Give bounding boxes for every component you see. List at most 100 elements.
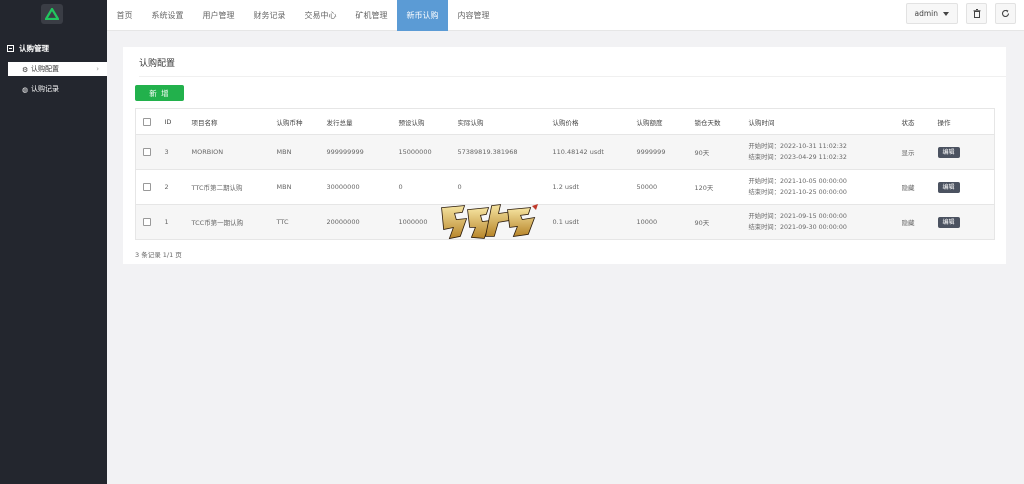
gear-icon: ⚙ [22,66,29,74]
cell-price: 0.1 usdt [547,204,632,240]
cell-limit: 9999999 [631,134,690,170]
col-action: 操作 [932,108,995,135]
sidebar-item-subscription-config[interactable]: ⚙ 认购配置 › [8,62,107,76]
nav-user-management[interactable]: 用户管理 [193,0,244,31]
cell-status: 隐藏 [896,204,933,240]
row-select-cell [135,134,160,170]
nav-home[interactable]: 首页 [107,0,142,31]
sidebar-item-label: 认购记录 [31,85,59,93]
end-time: 结束时间：2021-09-30 00:00:00 [748,224,847,231]
col-status: 状态 [896,108,933,135]
col-time: 认购时间 [743,108,897,135]
cell-coin: TTC [271,204,322,240]
cell-status: 隐藏 [896,169,933,205]
select-all-checkbox[interactable] [143,117,151,126]
row-select-cell [135,169,160,205]
cell-coin: MBN [271,134,322,170]
cell-action: 编辑 [932,204,995,240]
col-limit: 认购额度 [631,108,690,135]
cell-time: 开始时间：2021-10-05 00:00:00 结束时间：2021-10-25… [743,169,897,205]
logo[interactable] [41,4,63,24]
nav-content-management[interactable]: 内容管理 [448,0,499,31]
cell-project-name: MORBION [186,134,272,170]
watermark-logo [441,204,538,240]
top-nav: 首页 系统设置 用户管理 财务记录 交易中心 矿机管理 新币认购 内容管理 [107,0,499,31]
add-button[interactable]: 新 增 [135,85,184,101]
cell-limit: 10000 [631,204,690,240]
cell-lock-days: 120天 [689,169,744,205]
user-name: admin [914,9,939,18]
col-preset: 预设认购 [393,108,453,135]
nav-trading-center[interactable]: 交易中心 [295,0,346,31]
col-lock-days: 锁仓天数 [689,108,744,135]
trash-icon [973,9,980,18]
start-time: 开始时间：2021-10-05 00:00:00 [748,178,847,185]
cell-status: 显示 [896,134,933,170]
cell-price: 110.48142 usdt [547,134,632,170]
edit-button[interactable]: 编辑 [937,216,960,228]
row-checkbox[interactable] [143,148,151,156]
user-menu-button[interactable]: admin [905,3,958,24]
divider [139,76,1006,77]
cell-action: 编辑 [932,134,995,170]
subscription-table: ID 项目名称 认购币种 发行总量 预设认购 实际认购 认购价格 认购额度 锁仓… [135,108,995,240]
cell-lock-days: 90天 [689,204,744,240]
sidebar: 认购管理 ⚙ 认购配置 › ◍ 认购记录 [0,0,107,484]
table-row: 2 TTC币第二期认购 MBN 30000000 0 0 1.2 usdt 50… [135,169,995,205]
cell-action: 编辑 [932,169,995,205]
cell-coin: MBN [271,169,322,205]
col-price: 认购价格 [547,108,632,135]
row-checkbox[interactable] [143,218,151,226]
cell-project-name: TTC币第二期认购 [186,169,272,205]
clear-cache-button[interactable] [966,3,987,24]
cell-price: 1.2 usdt [547,169,632,205]
chevron-right-icon: › [96,65,99,73]
nav-system-settings[interactable]: 系统设置 [142,0,193,31]
table-header-row: ID 项目名称 认购币种 发行总量 预设认购 实际认购 认购价格 认购额度 锁仓… [135,108,995,135]
end-time: 结束时间：2021-10-25 00:00:00 [748,189,847,196]
refresh-icon [1001,9,1010,17]
col-id: ID [159,108,187,135]
sidebar-item-subscription-records[interactable]: ◍ 认购记录 [8,82,107,96]
end-time: 结束时间：2023-04-29 11:02:32 [748,154,847,161]
cell-project-name: TCC币第一期认购 [186,204,272,240]
logo-icon [45,8,59,20]
cell-lock-days: 90天 [689,134,744,170]
cell-time: 开始时间：2021-09-15 00:00:00 结束时间：2021-09-30… [743,204,897,240]
cell-actual: 57389819.381968 [452,134,548,170]
cell-time: 开始时间：2022-10-31 11:02:32 结束时间：2023-04-29… [743,134,897,170]
table-row: 1 TCC币第一期认购 TTC 20000000 1000000 0.1 usd… [135,204,995,240]
col-actual: 实际认购 [452,108,548,135]
sidebar-group-label: 认购管理 [19,43,49,53]
caret-down-icon [943,11,949,16]
cell-total-supply: 20000000 [321,204,394,240]
row-select-cell [135,204,160,240]
folder-minus-icon [7,44,14,52]
table-row: 3 MORBION MBN 999999999 15000000 5738981… [135,134,995,170]
col-project-name: 项目名称 [186,108,272,135]
cell-total-supply: 999999999 [321,134,394,170]
start-time: 开始时间：2022-10-31 11:02:32 [748,143,847,150]
select-all-cell [135,108,160,135]
col-coin: 认购币种 [271,108,322,135]
top-bar: 首页 系统设置 用户管理 财务记录 交易中心 矿机管理 新币认购 内容管理 ad… [107,0,1024,31]
row-checkbox[interactable] [143,183,151,191]
cell-id: 2 [159,169,187,205]
nav-miner-management[interactable]: 矿机管理 [346,0,397,31]
nav-finance-records[interactable]: 财务记录 [244,0,295,31]
subscription-config-card: 认购配置 新 增 ID 项目名称 认购币种 发行总量 预设认购 实际认购 认购价… [123,47,1006,264]
nav-new-coin-subscription[interactable]: 新币认购 [397,0,448,31]
cell-limit: 50000 [631,169,690,205]
cell-id: 3 [159,134,187,170]
sidebar-group-subscription[interactable]: 认购管理 [0,41,107,55]
refresh-button[interactable] [995,3,1016,24]
pagination-info: 3 条记录 1/1 页 [135,251,182,259]
sidebar-item-label: 认购配置 [31,65,59,73]
cell-id: 1 [159,204,187,240]
edit-button[interactable]: 编辑 [937,146,960,158]
globe-icon: ◍ [22,86,29,94]
cell-preset: 15000000 [393,134,453,170]
cell-total-supply: 30000000 [321,169,394,205]
page-title: 认购配置 [139,59,176,69]
edit-button[interactable]: 编辑 [937,181,960,193]
